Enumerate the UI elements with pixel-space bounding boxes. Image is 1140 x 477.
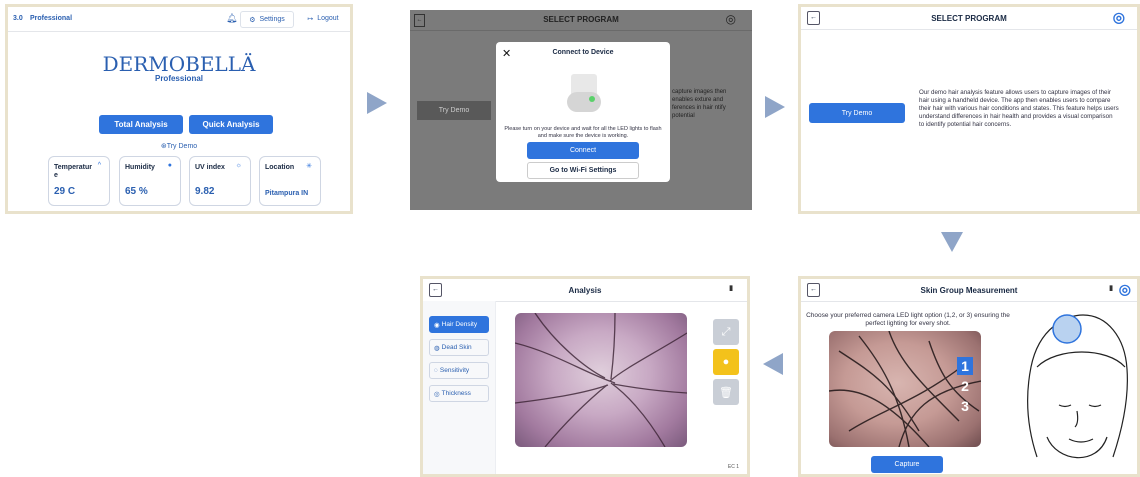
hair-density-icon: ◉ (434, 321, 440, 329)
try-demo-button[interactable]: Try Demo (809, 103, 905, 123)
menu-thickness[interactable]: ◎ Thickness (429, 385, 489, 402)
version-label: 3.0 (13, 15, 23, 22)
menu-sensitivity-label: Sensitivity (439, 367, 470, 374)
signal-icon: ◎ (725, 12, 736, 26)
location-icon: ✳ (306, 163, 312, 170)
menu-sensitivity[interactable]: ◌ Sensitivity (429, 362, 489, 379)
light-option-2[interactable]: 2 (957, 377, 973, 395)
dead-skin-icon: ◍ (434, 344, 440, 352)
connect-device-screen: ← SELECT PROGRAM ◎ Try Demo capture imag… (410, 10, 752, 210)
logout-button[interactable]: ↦ Logout (298, 11, 348, 26)
humidity-label: Humidity (125, 164, 155, 171)
sun-icon: ☼ (235, 162, 242, 169)
bg-try-demo-button: Try Demo (417, 101, 491, 120)
logout-icon: ↦ (307, 15, 314, 23)
home-header: 3.0 Professional 🔔︎ ⚙ Settings ↦ Logout (8, 7, 350, 32)
connect-modal: ✕ Connect to Device Please turn on your … (496, 42, 670, 182)
camera-preview: 1 2 3 (829, 331, 981, 447)
signal-icon: ◎ (1112, 9, 1125, 25)
flow-arrow-3 (941, 232, 963, 252)
dim-topbar: ← SELECT PROGRAM ◎ (410, 10, 752, 31)
flow-arrow-4 (763, 353, 783, 375)
gear-icon: ⚙ (249, 16, 256, 24)
bulb-icon: ▮ (1109, 285, 1113, 292)
flow-arrow-1 (367, 92, 387, 114)
menu-thickness-label: Thickness (441, 390, 471, 397)
brand-subtitle: Professional (154, 74, 203, 83)
bulb-icon: ● (722, 356, 730, 368)
settings-label: Settings (259, 16, 285, 23)
screen-title: SELECT PROGRAM (931, 13, 1007, 23)
signal-icon: ◎ (1118, 281, 1131, 297)
screen-title: SELECT PROGRAM (543, 15, 619, 24)
bulb-icon: ▮ (729, 285, 733, 292)
menu-hair-density[interactable]: ◉ Hair Density (429, 316, 489, 333)
expand-icon: ⤢ (721, 325, 731, 338)
uv-value: 9.82 (195, 186, 215, 197)
home-screen: 3.0 Professional 🔔︎ ⚙ Settings ↦ Logout … (5, 4, 353, 214)
brand-logo: DERMOBELLÄ (102, 52, 256, 76)
bg-description: capture images then enables exture and f… (672, 89, 727, 119)
quick-analysis-button[interactable]: Quick Analysis (189, 115, 273, 134)
back-icon[interactable]: ← (807, 283, 820, 297)
temperature-value: 29 C (54, 186, 76, 197)
analysis-sidebar: ◉ Hair Density ◍ Dead Skin ◌ Sensitivity ◎ T… (423, 301, 496, 474)
wifi-settings-button[interactable]: Go to Wi-Fi Settings (527, 162, 639, 179)
location-card: Location ✳ Pitampura IN (259, 156, 321, 206)
location-label: Location (265, 164, 295, 171)
try-demo-link[interactable]: ⊛Try Demo (8, 142, 350, 150)
temperature-card: Temperatur e ^ 29 C (48, 156, 110, 206)
scalp-hair-strands (515, 313, 687, 447)
select-program-topbar: ← SELECT PROGRAM ◎ (801, 7, 1137, 30)
flow-arrow-2 (765, 96, 785, 118)
select-program-screen: ← SELECT PROGRAM ◎ Try Demo Our demo hai… (798, 4, 1140, 214)
uv-label: UV index (195, 164, 225, 171)
demo-description: Our demo hair analysis feature allows us… (919, 89, 1119, 128)
total-analysis-button[interactable]: Total Analysis (99, 115, 183, 134)
uv-card: UV index ☼ 9.82 (189, 156, 251, 206)
menu-hair-density-label: Hair Density (441, 321, 478, 328)
modal-title: Connect to Device (552, 49, 614, 56)
device-image (567, 74, 601, 114)
connect-button[interactable]: Connect (527, 142, 639, 159)
analysis-topbar: ← Analysis ▮ (423, 279, 747, 302)
expand-button[interactable]: ⤢ (713, 319, 739, 345)
modal-instructions: Please turn on your device and wait for … (504, 126, 662, 139)
menu-dead-skin-label: Dead Skin (441, 344, 472, 351)
light-option-1[interactable]: 1 (957, 357, 973, 375)
settings-button[interactable]: ⚙ Settings (240, 11, 294, 28)
skin-group-screen: ← Skin Group Measurement ▮ ◎ Choose your… (798, 276, 1140, 477)
bell-icon[interactable]: 🔔︎ (226, 13, 237, 24)
capture-button[interactable]: Capture (871, 456, 943, 473)
footer-label: EC 1 (727, 464, 739, 470)
droplet-icon: ● (167, 162, 172, 169)
edition-label: Professional (30, 15, 73, 22)
scalp-image (515, 313, 687, 447)
menu-dead-skin[interactable]: ◍ Dead Skin (429, 339, 489, 356)
screen-title: Analysis (568, 285, 602, 295)
instruction-text: Choose your preferred camera LED light o… (806, 312, 1010, 327)
humidity-card: Humidity ● 65 % (119, 156, 181, 206)
analysis-screen: ← Analysis ▮ ◉ Hair Density ◍ Dead Skin ◌ S… (420, 276, 750, 477)
try-demo-label: Try Demo (166, 143, 198, 150)
trash-icon: 🗑︎ (719, 386, 733, 399)
temperature-label: Temperatur e (54, 164, 92, 179)
delete-button[interactable]: 🗑︎ (713, 379, 739, 405)
skin-group-topbar: ← Skin Group Measurement ▮ ◎ (801, 279, 1137, 302)
arrow-up-icon: ^ (97, 162, 101, 169)
head-illustration (1027, 314, 1128, 459)
logout-label: Logout (317, 15, 339, 22)
thickness-icon: ◎ (434, 390, 440, 398)
humidity-value: 65 % (125, 186, 148, 197)
light-option-3[interactable]: 3 (957, 397, 973, 415)
sensitivity-icon: ◌ (434, 367, 438, 374)
screen-title: Skin Group Measurement (920, 285, 1018, 295)
location-value: Pitampura IN (265, 190, 309, 197)
light-button[interactable]: ● (713, 349, 739, 375)
back-icon[interactable]: ← (429, 283, 442, 297)
back-icon[interactable]: ← (807, 11, 820, 25)
